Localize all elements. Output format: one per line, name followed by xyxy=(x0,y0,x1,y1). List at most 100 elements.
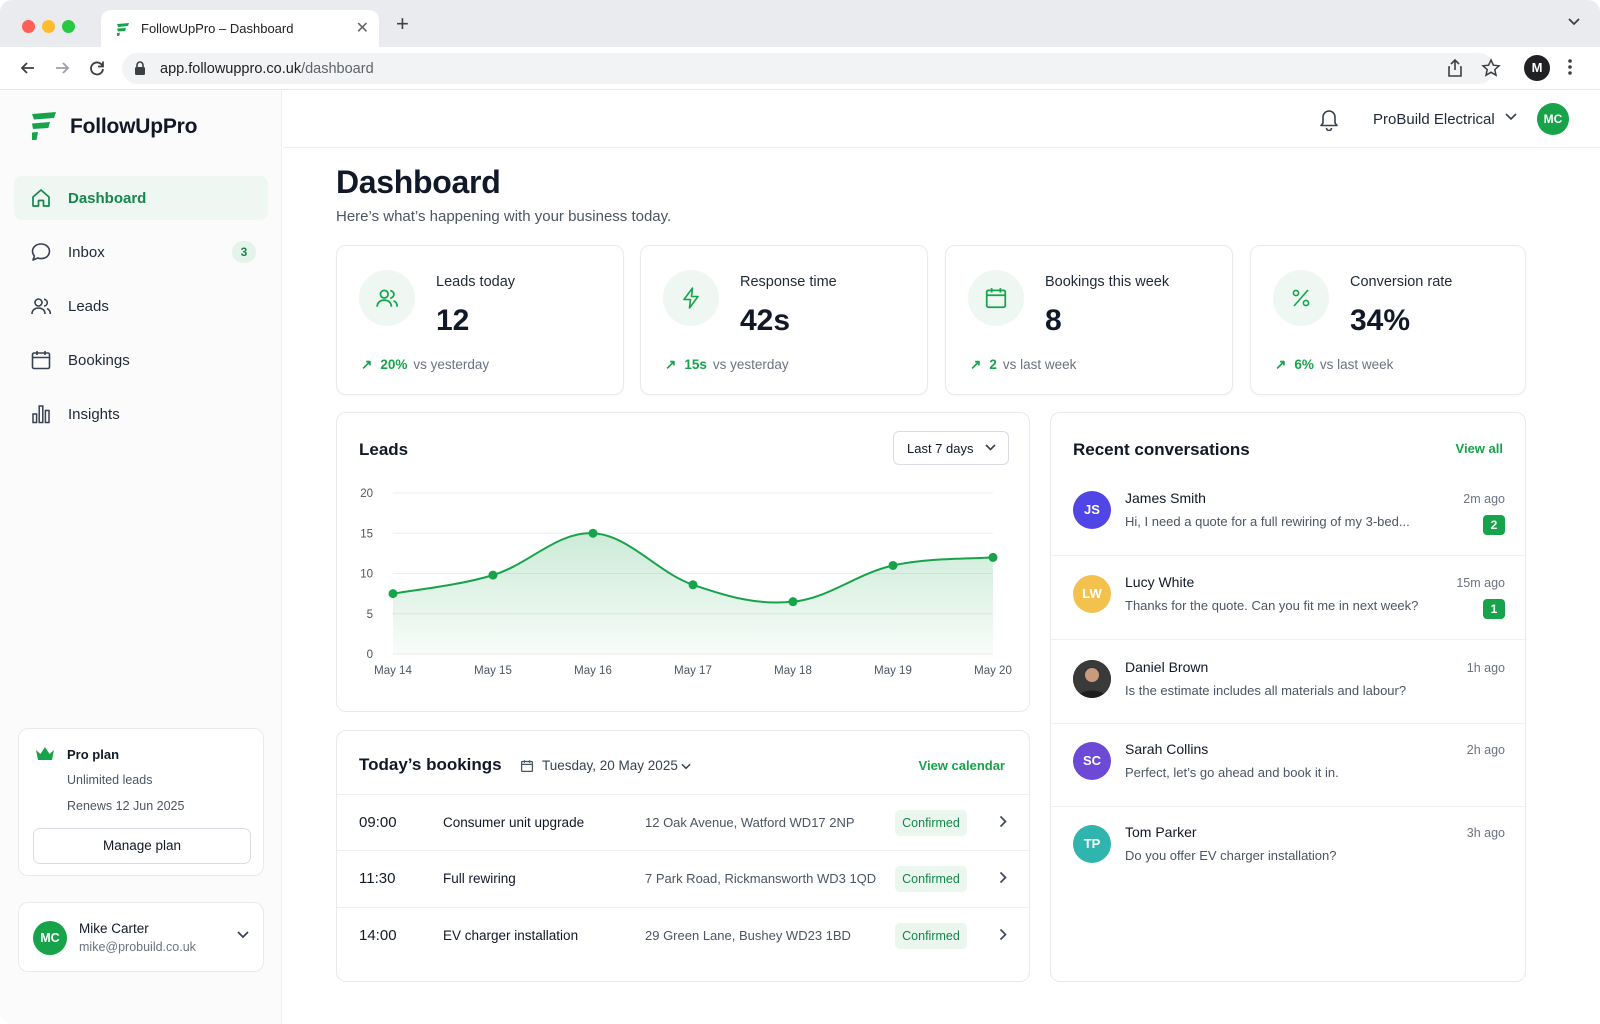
address-bar[interactable]: app.followuppro.co.uk/dashboard xyxy=(122,53,1494,84)
view-calendar-link[interactable]: View calendar xyxy=(919,758,1005,773)
avatar: MC xyxy=(33,921,67,955)
list-item[interactable]: LW Lucy White Thanks for the quote. Can … xyxy=(1051,557,1527,641)
x-tick-label: May 16 xyxy=(574,665,612,677)
close-tab-icon[interactable]: ✕ xyxy=(356,18,369,38)
conversation-preview: Do you offer EV charger installation? xyxy=(1125,848,1337,863)
stat-value: 8 xyxy=(1045,304,1062,337)
url-text: app.followuppro.co.uk/dashboard xyxy=(160,61,374,77)
bookings-date-picker[interactable]: Tuesday, 20 May 2025 xyxy=(542,758,678,773)
close-window-button[interactable] xyxy=(22,20,35,33)
plan-card: Pro plan Unlimited leads Renews 12 Jun 2… xyxy=(18,728,264,876)
chart-data-point xyxy=(888,560,898,570)
booking-address: 29 Green Lane, Bushey WD23 1BD xyxy=(645,928,851,943)
sidebar-item-inbox[interactable]: Inbox 3 xyxy=(14,230,268,274)
minimize-window-button[interactable] xyxy=(42,20,55,33)
users-icon xyxy=(376,289,399,307)
chart-data-point xyxy=(788,597,798,607)
conversation-time: 1h ago xyxy=(1466,661,1505,675)
x-tick-label: May 20 xyxy=(974,665,1012,677)
trend-up-arrow-icon: ↗ xyxy=(665,357,677,372)
conversations-title: Recent conversations xyxy=(1073,440,1250,459)
maximize-window-button[interactable] xyxy=(62,20,75,33)
leads-chart-title: Leads xyxy=(359,440,409,459)
conversation-name: James Smith xyxy=(1125,490,1206,506)
list-item[interactable]: Daniel Brown Is the estimate includes al… xyxy=(1051,642,1527,726)
user-account-menu[interactable]: MC Mike Carter mike@probuild.co.uk xyxy=(18,902,264,972)
list-item[interactable]: TP Tom Parker Do you offer EV charger in… xyxy=(1051,807,1527,891)
avatar: LW xyxy=(1073,575,1111,613)
organization-switcher[interactable]: ProBuild Electrical xyxy=(1373,111,1495,128)
table-row[interactable]: 11:30 Full rewiring 7 Park Road, Rickman… xyxy=(337,850,1031,906)
sidebar-item-insights[interactable]: Insights xyxy=(14,392,268,436)
back-arrow-icon[interactable] xyxy=(18,58,38,78)
chevron-right-icon[interactable] xyxy=(999,815,1007,828)
tab-search-chevron-icon[interactable] xyxy=(1568,18,1580,26)
browser-window: FollowUpPro – Dashboard ✕ + app.followup… xyxy=(0,0,1600,1024)
avatar[interactable]: MC xyxy=(1537,103,1569,135)
sidebar-item-leads[interactable]: Leads xyxy=(14,284,268,328)
stat-card-response-time: Response time 42s ↗ 15s vs yesterday xyxy=(640,245,928,395)
conversation-time: 3h ago xyxy=(1466,826,1505,840)
list-item[interactable]: SC Sarah Collins Perfect, let’s go ahead… xyxy=(1051,724,1527,808)
share-icon[interactable] xyxy=(1446,58,1464,78)
followuppro-logo-icon xyxy=(32,112,56,140)
x-tick-label: May 17 xyxy=(674,665,712,677)
view-all-link[interactable]: View all xyxy=(1456,441,1503,456)
sidebar-item-bookings[interactable]: Bookings xyxy=(14,338,268,382)
stat-trend: ↗ 15s vs yesterday xyxy=(665,357,789,373)
stat-icon-wrap xyxy=(663,270,719,326)
reload-icon[interactable] xyxy=(87,58,107,78)
bell-icon[interactable] xyxy=(1318,107,1340,131)
forward-arrow-icon[interactable] xyxy=(52,58,72,78)
stat-trend: ↗ 2 vs last week xyxy=(970,357,1076,373)
booking-job: Full rewiring xyxy=(443,871,516,886)
table-row[interactable]: 14:00 EV charger installation 29 Green L… xyxy=(337,907,1031,963)
table-row[interactable]: 09:00 Consumer unit upgrade 12 Oak Avenu… xyxy=(337,794,1031,850)
user-email: mike@probuild.co.uk xyxy=(79,940,196,954)
booking-time: 09:00 xyxy=(359,814,397,831)
sidebar-item-dashboard[interactable]: Dashboard xyxy=(14,176,268,220)
list-item[interactable]: JS James Smith Hi, I need a quote for a … xyxy=(1051,473,1527,557)
lock-icon[interactable] xyxy=(134,61,146,75)
stat-delta: 2 xyxy=(989,357,997,372)
chevron-down-icon[interactable] xyxy=(1505,113,1517,121)
lightning-icon xyxy=(683,287,699,309)
chart-data-point xyxy=(388,589,398,599)
calendar-icon xyxy=(985,288,1007,309)
stat-delta: 15s xyxy=(684,357,707,372)
chart-data-point xyxy=(688,580,698,590)
percent-icon xyxy=(1292,289,1310,307)
browser-profile-avatar[interactable]: M xyxy=(1524,55,1550,81)
date-range-select[interactable]: Last 7 days xyxy=(893,431,1009,465)
app-header: ProBuild Electrical MC xyxy=(283,91,1600,148)
conversation-preview: Is the estimate includes all materials a… xyxy=(1125,683,1407,698)
booking-address: 7 Park Road, Rickmansworth WD3 1QD xyxy=(645,871,877,886)
browser-menu-icon[interactable] xyxy=(1568,58,1572,76)
home-icon xyxy=(32,189,50,207)
stat-compare: vs yesterday xyxy=(712,357,789,372)
manage-plan-button[interactable]: Manage plan xyxy=(33,828,251,864)
chevron-right-icon[interactable] xyxy=(999,928,1007,941)
x-tick-label: May 14 xyxy=(374,665,412,677)
sidebar-item-label: Insights xyxy=(68,406,120,423)
bookmark-star-icon[interactable] xyxy=(1481,58,1501,78)
browser-tab-active[interactable]: FollowUpPro – Dashboard ✕ xyxy=(101,10,379,47)
sidebar-item-label: Inbox xyxy=(68,244,105,261)
stat-trend: ↗ 20% vs yesterday xyxy=(361,357,489,373)
new-tab-button[interactable]: + xyxy=(396,13,409,35)
booking-address: 12 Oak Avenue, Watford WD17 2NP xyxy=(645,815,855,830)
avatar: SC xyxy=(1073,742,1111,780)
sidebar-item-label: Dashboard xyxy=(68,190,147,207)
users-icon xyxy=(31,298,52,315)
booking-job: Consumer unit upgrade xyxy=(443,815,585,830)
stat-label: Bookings this week xyxy=(1045,274,1170,290)
conversation-time: 2h ago xyxy=(1466,743,1505,757)
calendar-icon xyxy=(31,351,51,370)
stat-icon-wrap xyxy=(359,270,415,326)
chevron-right-icon[interactable] xyxy=(999,871,1007,884)
chevron-down-icon[interactable] xyxy=(681,763,691,770)
sidebar: FollowUpPro Dashboard Inbox 3 Leads Book… xyxy=(0,91,282,1024)
todays-bookings-card: Today’s bookings Tuesday, 20 May 2025 Vi… xyxy=(336,730,1031,982)
y-tick-label: 20 xyxy=(360,488,373,500)
avatar: JS xyxy=(1073,491,1111,529)
